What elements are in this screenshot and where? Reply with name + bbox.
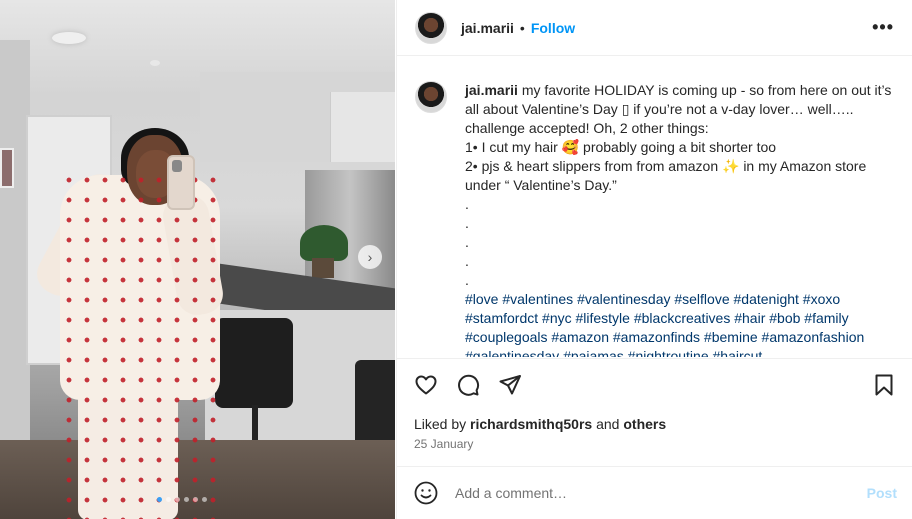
photo-stool bbox=[215, 318, 293, 408]
photo-phone bbox=[167, 155, 195, 210]
post-date[interactable]: 25 January bbox=[414, 437, 473, 451]
photo-floor bbox=[0, 440, 395, 519]
likes-middle: and bbox=[596, 416, 620, 432]
carousel-dot bbox=[202, 497, 207, 502]
carousel-dot bbox=[184, 497, 189, 502]
caption-line: . bbox=[465, 234, 469, 250]
heart-icon bbox=[415, 375, 437, 394]
more-options-icon[interactable]: ••• bbox=[872, 17, 894, 38]
comment-bar: Post bbox=[397, 466, 912, 519]
avatar[interactable] bbox=[415, 81, 447, 113]
action-bar bbox=[397, 358, 912, 410]
comment-input[interactable] bbox=[455, 485, 845, 501]
carousel-next-button[interactable]: › bbox=[358, 245, 382, 269]
emoji-button[interactable] bbox=[413, 480, 439, 506]
caption-line: . bbox=[465, 215, 469, 231]
caption-hashtags[interactable]: #love #valentines #valentinesday #selflo… bbox=[465, 290, 895, 357]
share-icon bbox=[499, 374, 521, 394]
photo-wall-frame bbox=[0, 148, 14, 188]
save-button[interactable] bbox=[871, 372, 897, 398]
likes-others-link[interactable]: others bbox=[623, 416, 666, 432]
bookmark-icon bbox=[875, 374, 893, 395]
caption-text: jai.marii my favorite HOLIDAY is coming … bbox=[465, 81, 895, 357]
caption-line: . bbox=[465, 196, 469, 212]
caption-area: jai.marii my favorite HOLIDAY is coming … bbox=[397, 57, 912, 357]
photo-ceiling-light bbox=[150, 60, 160, 66]
caption-username[interactable]: jai.marii bbox=[465, 82, 518, 98]
photo-plant bbox=[300, 225, 348, 261]
post-header: jai.marii • Follow ••• bbox=[397, 0, 912, 56]
comment-icon bbox=[458, 374, 480, 396]
comment-button[interactable] bbox=[455, 372, 481, 398]
header-separator: • bbox=[519, 19, 525, 36]
emoji-icon bbox=[414, 481, 438, 505]
carousel-dot bbox=[175, 497, 180, 502]
carousel-dot bbox=[166, 497, 171, 502]
caption-line: . bbox=[465, 253, 469, 269]
caption-line: . bbox=[465, 272, 469, 288]
share-button[interactable] bbox=[497, 372, 523, 398]
caption-line: 2• pjs & heart slippers from from amazon… bbox=[465, 158, 867, 193]
avatar[interactable] bbox=[415, 11, 447, 44]
likes-prefix: Liked by bbox=[414, 416, 467, 432]
photo-ceiling-light bbox=[52, 32, 86, 44]
post-comment-button[interactable]: Post bbox=[867, 485, 897, 501]
carousel-dot bbox=[157, 497, 162, 502]
carousel-dots bbox=[157, 497, 207, 502]
photo-plant-pot bbox=[312, 258, 334, 278]
caption-line: my favorite HOLIDAY is coming up - so fr… bbox=[465, 82, 892, 136]
chevron-right-icon: › bbox=[367, 249, 373, 265]
like-button[interactable] bbox=[413, 372, 439, 398]
post-details-pane: jai.marii • Follow ••• jai.marii my favo… bbox=[396, 0, 912, 519]
caption-line: 1• I cut my hair 🥰 probably going a bit … bbox=[465, 139, 777, 155]
liked-by-user-link[interactable]: richardsmithq50rs bbox=[470, 416, 592, 432]
carousel-dot bbox=[193, 497, 198, 502]
header-username[interactable]: jai.marii bbox=[461, 20, 514, 36]
post-media[interactable]: › bbox=[0, 0, 395, 519]
photo-cabinet bbox=[330, 92, 395, 162]
likes-summary: Liked by richardsmithq50rs and others bbox=[414, 416, 666, 432]
follow-button[interactable]: Follow bbox=[531, 20, 575, 36]
